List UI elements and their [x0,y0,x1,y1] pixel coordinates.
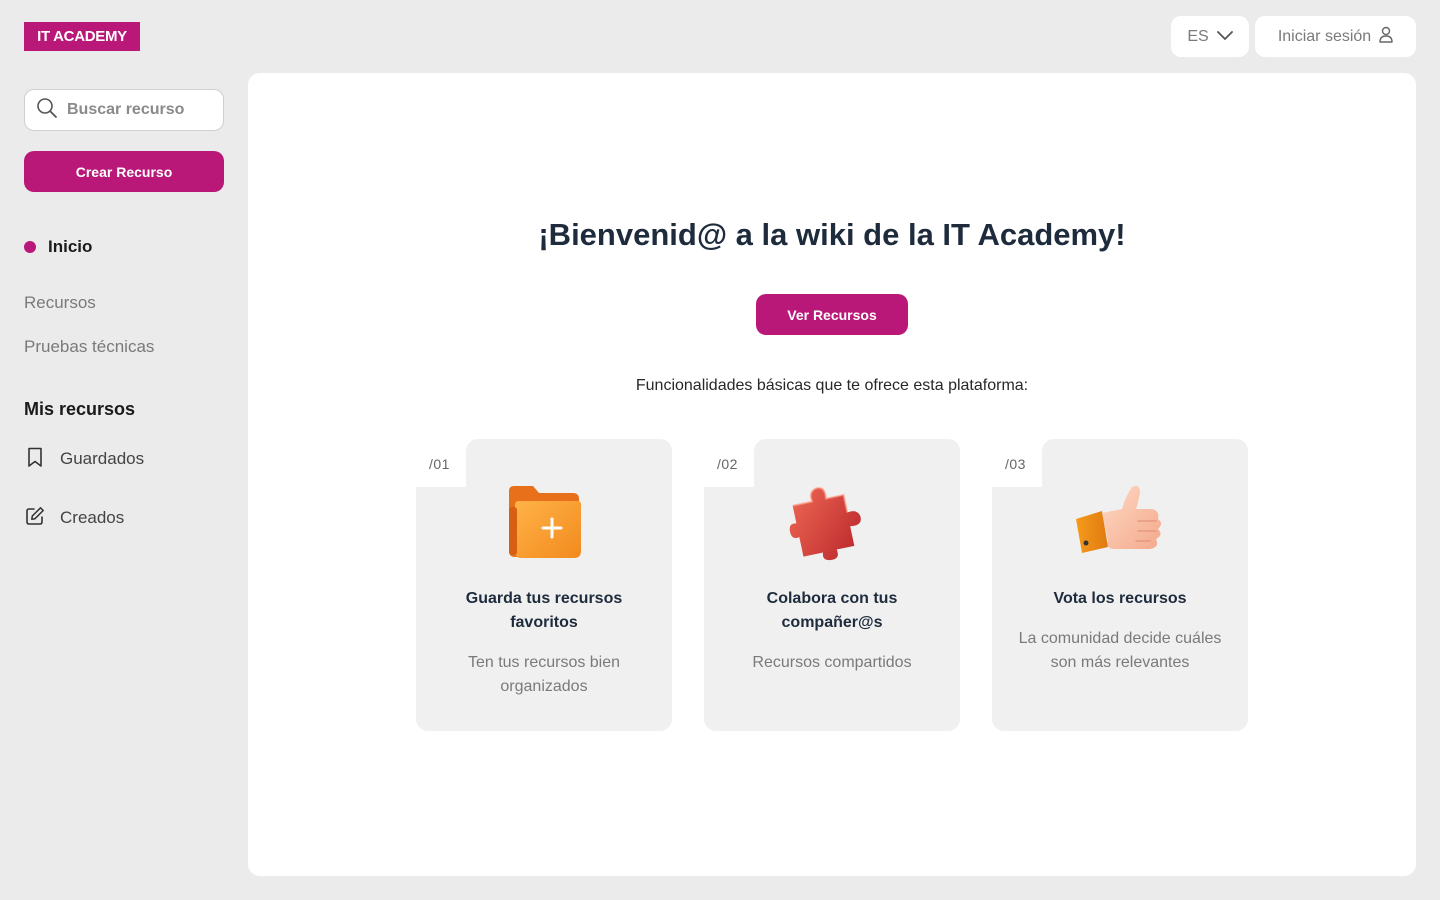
sidebar-item-recursos[interactable]: Recursos [24,281,154,325]
card-description: Recursos compartidos [752,654,912,671]
feature-cards: /01 Guarda tus recursos favoritos Ten tu… [416,439,1248,731]
language-selector[interactable]: ES [1171,16,1249,57]
card-number: /03 [1005,456,1026,472]
active-dot-icon [24,241,36,253]
card-number: /02 [717,456,738,472]
my-resources-list: Guardados Creados [24,446,144,542]
user-icon [1379,26,1393,48]
card-title: Guarda tus recursos favoritos [465,590,623,631]
login-button[interactable]: Iniciar sesión [1255,16,1416,57]
search-box[interactable] [24,89,224,131]
puzzle-icon [704,477,960,567]
card-title: Vota los recursos [1053,590,1187,607]
page-title: ¡Bienvenid@ a la wiki de la IT Academy! [538,217,1126,252]
card-description: Ten tus recursos bien organizados [467,654,621,695]
card-number: /01 [429,456,450,472]
my-resources-title: Mis recursos [24,399,136,419]
search-input[interactable] [67,101,207,119]
create-resource-button[interactable]: Crear Recurso [24,151,224,192]
sidebar-nav: Inicio Recursos Pruebas técnicas [24,237,154,369]
card-title: Colabora con tus compañer@s [766,590,898,631]
sidebar-item-inicio[interactable]: Inicio [24,237,154,257]
card-description: La comunidad decide cuáles son más relev… [1018,630,1222,671]
sidebar-item-pruebas-tecnicas[interactable]: Pruebas técnicas [24,325,154,369]
thumbs-up-icon [992,477,1248,567]
folder-plus-icon [416,477,672,567]
sidebar-item-label: Inicio [48,237,93,256]
sidebar-item-label: Recursos [24,293,96,312]
language-label: ES [1187,27,1209,45]
main-panel: ¡Bienvenid@ a la wiki de la IT Academy! … [248,73,1416,876]
bookmark-icon [24,446,46,473]
edit-icon [24,505,46,532]
search-icon [36,97,58,124]
header-actions: ES Iniciar sesión [1171,16,1416,57]
chevron-down-icon [1216,28,1233,46]
login-label: Iniciar sesión [1277,27,1372,45]
feature-card: /01 Guarda tus recursos favoritos Ten tu… [416,439,672,731]
view-resources-button[interactable]: Ver Recursos [756,294,908,335]
sidebar-item-label: Creados [60,508,125,527]
feature-card: /03 Vota los recursos La comunidad decid… [992,439,1248,731]
sidebar-item-label: Pruebas técnicas [24,337,155,356]
sidebar-item-label: Guardados [60,449,145,468]
logo[interactable]: IT ACADEMY [24,22,140,51]
features-subtitle: Funcionalidades básicas que te ofrece es… [635,377,1029,394]
sidebar-item-creados[interactable]: Creados [24,494,144,542]
sidebar-item-guardados[interactable]: Guardados [24,446,144,472]
feature-card: /02 Colabora con tus compañer@s Recursos… [704,439,960,731]
